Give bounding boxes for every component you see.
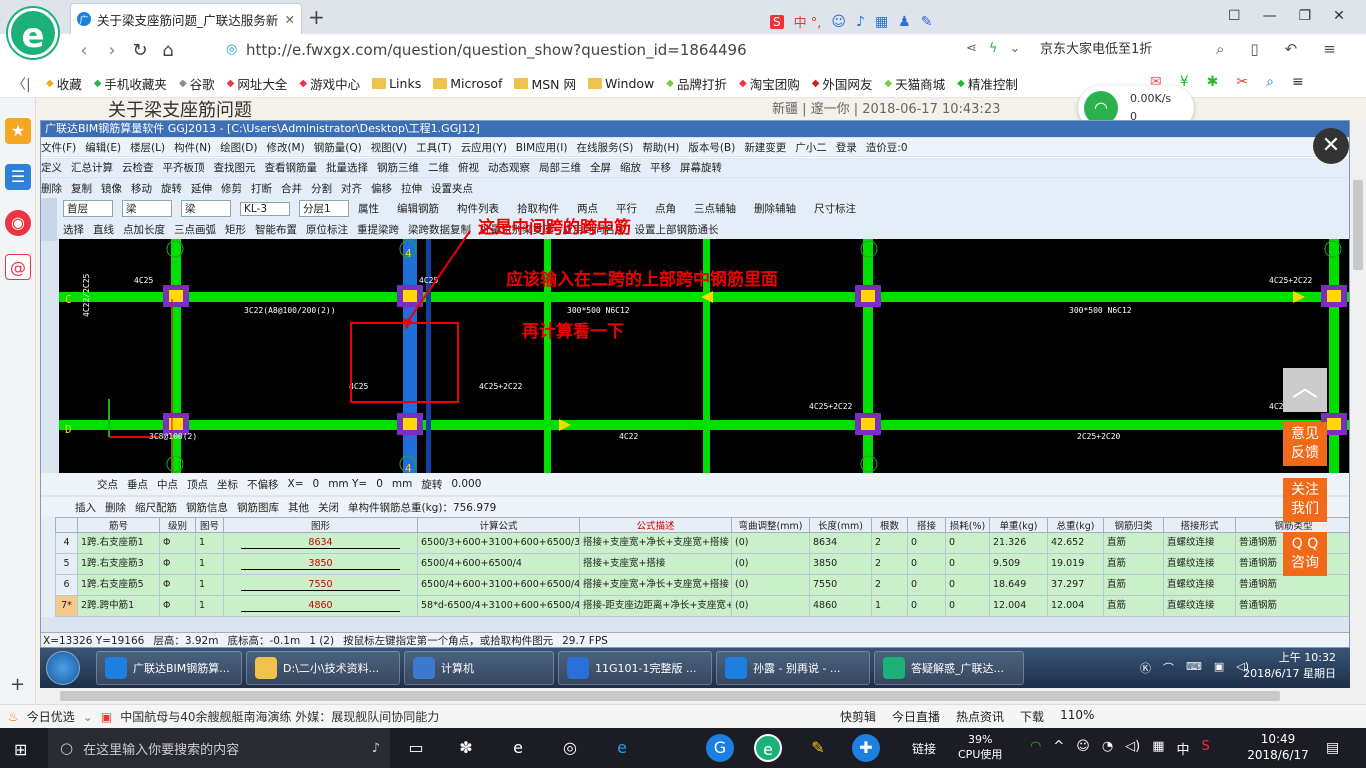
task-view-icon[interactable]: ▭ <box>402 734 430 762</box>
news-label: 今日优选 <box>26 710 75 724</box>
chevron-up-icon[interactable]: ^ <box>1053 739 1064 758</box>
glodon-app-icon[interactable]: ✚ <box>852 734 880 762</box>
edge-browser-icon[interactable]: e <box>504 734 532 762</box>
wifi-tray-icon[interactable]: ◠ <box>1030 739 1041 758</box>
close-overlay-button[interactable]: ✕ <box>1313 128 1349 164</box>
cpu-label: CPU使用 <box>958 748 1003 761</box>
news-tool-item[interactable]: 下载 <box>1020 708 1044 725</box>
back-to-top-button[interactable]: ︿ <box>1283 368 1327 412</box>
feedback-label: 意见 反馈 <box>1291 426 1319 461</box>
windows-start-icon[interactable]: ⊞ <box>14 740 27 759</box>
windows-taskbar: ⊞ ○ 在这里输入你要搜索的内容 ♪ ▭ ✽ e ◎ e G e ✎ ✚ 链接 … <box>0 728 1366 768</box>
cpu-percent: 39% <box>967 733 993 746</box>
highlight-rectangle <box>350 322 459 403</box>
keyboard-tray-icon[interactable]: ▦ <box>1152 739 1164 758</box>
news-dropdown-icon[interactable]: ⌄ <box>83 710 93 724</box>
taskbar-search-placeholder: 在这里输入你要搜索的内容 <box>83 742 240 758</box>
follow-label: 关注 我们 <box>1291 482 1319 517</box>
volume-tray-icon[interactable]: ◁) <box>1125 739 1140 758</box>
sogou-tray-icon[interactable]: S <box>1202 739 1210 758</box>
notification-icon[interactable]: ▤ <box>1326 740 1339 756</box>
news-tool-item[interactable]: 今日直播 <box>892 708 940 725</box>
glodon-g-icon[interactable]: G <box>706 734 734 762</box>
news-tool-item[interactable]: 110% <box>1060 708 1094 725</box>
ime-indicator[interactable]: 中 <box>1177 739 1190 758</box>
taskbar-date: 2018/6/17 <box>1247 748 1309 762</box>
annotation-2: 应该输入在二跨的上部跨中钢筋里面 <box>506 270 778 290</box>
taskbar-search[interactable]: ○ 在这里输入你要搜索的内容 ♪ <box>48 728 390 768</box>
qq-consult-button[interactable]: Q Q 咨询 <box>1283 532 1327 576</box>
tray-people-icon[interactable]: ☺ <box>1076 739 1090 758</box>
follow-button[interactable]: 关注 我们 <box>1283 478 1327 522</box>
news-tools: 快剪辑 今日直播 热点资讯 下载 110% <box>840 708 1094 725</box>
wifi-signal-icon[interactable]: ◔ <box>1102 739 1113 758</box>
feedback-button[interactable]: 意见 反馈 <box>1283 422 1327 466</box>
news-tool-item[interactable]: 快剪辑 <box>840 708 876 725</box>
annotation-arrow <box>405 230 471 325</box>
link-label[interactable]: 链接 <box>912 740 936 757</box>
qq-label: Q Q 咨询 <box>1291 536 1319 571</box>
fan-app-icon[interactable]: ✽ <box>452 734 480 762</box>
browser-taskbar-icon[interactable]: e <box>754 734 782 762</box>
notes-icon[interactable]: ✎ <box>804 734 832 762</box>
ie-icon[interactable]: e <box>608 734 636 762</box>
taskbar-clock[interactable]: 10:49 2018/6/17 <box>1240 731 1316 763</box>
cortana-icon: ○ <box>60 739 74 757</box>
news-headline[interactable]: 中国航母与40余艘舰艇南海演练 外媒：展现舰队间协同能力 <box>120 708 439 725</box>
news-bar: ♨ 今日优选 ⌄ ▣ 中国航母与40余艘舰艇南海演练 外媒：展现舰队间协同能力 <box>0 704 1366 728</box>
news-bullet-icon: ▣ <box>100 709 113 724</box>
news-tool-item[interactable]: 热点资讯 <box>956 708 1004 725</box>
hot-icon: ♨ <box>8 709 19 724</box>
annotation-3: 再计算看一下 <box>522 322 624 342</box>
annotation-1: 这是中间跨的跨中筋 <box>478 218 631 238</box>
network-app-icon[interactable]: ◎ <box>556 734 584 762</box>
annotation-layer <box>350 230 471 403</box>
taskbar-time: 10:49 <box>1260 732 1296 746</box>
microphone-icon[interactable]: ♪ <box>372 741 380 756</box>
